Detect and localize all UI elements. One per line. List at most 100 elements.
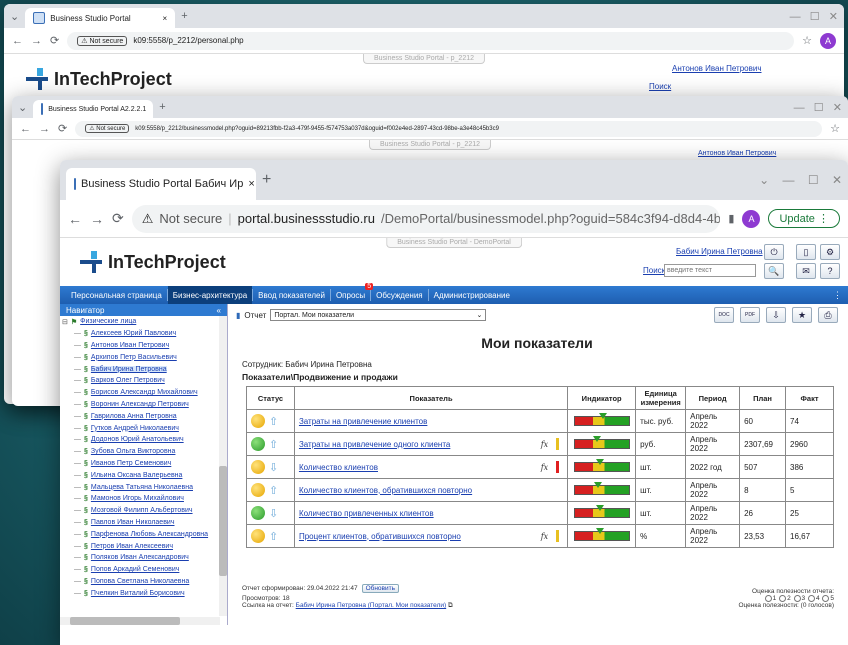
sidebar-hscroll[interactable] xyxy=(60,617,220,625)
sidebar-item-label[interactable]: Петров Иван Алексеевич xyxy=(91,543,173,550)
report-link[interactable]: Бабич Ирина Петровна (Портал. Мои показа… xyxy=(296,602,447,609)
formula-icon[interactable]: fx xyxy=(541,532,548,541)
reload-icon[interactable]: ⟳ xyxy=(58,122,67,135)
close-tab-icon[interactable]: × xyxy=(163,14,168,23)
rating-option[interactable]: 3 xyxy=(793,595,807,602)
sidebar-item-label[interactable]: Попова Светлана Николаевна xyxy=(91,578,189,585)
sidebar-item-person[interactable]: — § Мамонов Игорь Михайлович xyxy=(60,493,227,505)
radio-icon[interactable] xyxy=(822,595,830,602)
sidebar-item-person[interactable]: — § Иванов Петр Семенович xyxy=(60,458,227,470)
settings-button[interactable]: ⚙ xyxy=(820,244,840,260)
sidebar-scrollbar[interactable] xyxy=(219,316,227,616)
search-link[interactable]: Поиск xyxy=(643,266,665,275)
sidebar-item-person[interactable]: — § Мозговой Филипп Альбертович xyxy=(60,505,227,517)
sidebar-item-person[interactable]: — § Архипов Петр Васильевич xyxy=(60,351,227,363)
user-link[interactable]: Бабич Ирина Петровна xyxy=(676,247,763,256)
tab-search-icon[interactable]: ⌄ xyxy=(10,10,19,23)
help-button[interactable]: ? xyxy=(820,263,840,279)
download-button[interactable]: ⇩ xyxy=(766,307,786,323)
radio-icon[interactable] xyxy=(793,595,801,602)
browser-tab[interactable]: Business Studio Portal Бабич Ир × xyxy=(66,168,256,200)
sidebar-item-label[interactable]: Додонов Юрий Анатольевич xyxy=(91,436,184,443)
update-button[interactable]: Update ⋮ xyxy=(768,209,840,228)
indicator-link[interactable]: Количество привлеченных клиентов xyxy=(299,509,434,518)
forward-icon[interactable]: → xyxy=(90,211,104,227)
sidebar-item-person[interactable]: — § Воронин Александр Петрович xyxy=(60,399,227,411)
star-icon[interactable]: ☆ xyxy=(802,34,812,47)
favorite-button[interactable]: ★ xyxy=(792,307,812,323)
print-button[interactable]: ⎙ xyxy=(818,307,838,323)
sidebar-item-person[interactable]: — § Попов Аркадий Семенович xyxy=(60,564,227,576)
sidebar-item-label[interactable]: Архипов Петр Васильевич xyxy=(91,354,177,361)
sidebar-item-label[interactable]: Иванов Петр Семенович xyxy=(91,460,171,467)
radio-icon[interactable] xyxy=(779,595,787,602)
back-icon[interactable]: ← xyxy=(20,123,31,135)
sidebar-item-label[interactable]: Борисов Александр Михайлович xyxy=(91,389,198,396)
window-controls[interactable]: — ☐ ✕ xyxy=(794,101,842,114)
rating-option[interactable]: 1 xyxy=(764,595,778,602)
refresh-button[interactable]: Обновить xyxy=(361,584,399,593)
user-link[interactable]: Антонов Иван Петрович xyxy=(672,64,762,73)
search-input[interactable] xyxy=(664,264,756,277)
power-button[interactable]: ⏻ xyxy=(764,244,784,260)
sidebar-item-person[interactable]: — § Парфенова Любовь Александровна xyxy=(60,528,227,540)
profile-avatar[interactable]: A xyxy=(820,32,836,49)
sidebar-item-label[interactable]: Гутков Андрей Николаевич xyxy=(91,425,179,432)
radio-icon[interactable] xyxy=(764,595,772,602)
sidepanel-icon[interactable]: ▮ xyxy=(728,212,734,225)
nav-business-architecture[interactable]: Бизнес-архитектура xyxy=(167,286,253,304)
sidebar-item-label[interactable]: Попов Аркадий Семенович xyxy=(91,566,179,573)
sidebar-item-label[interactable]: Мамонов Игорь Михайлович xyxy=(91,495,184,502)
new-tab-icon[interactable]: + xyxy=(262,171,271,189)
sidebar-item-person[interactable]: — § Павлов Иван Николаевич xyxy=(60,517,227,529)
sidebar-item-label[interactable]: Воронин Александр Петрович xyxy=(91,401,189,408)
sidebar-item-person[interactable]: — § Мальцева Татьяна Николаевна xyxy=(60,481,227,493)
sidebar-item-person[interactable]: — § Додонов Юрий Анатольевич xyxy=(60,434,227,446)
sidebar-item-person[interactable]: — § Поляков Иван Александрович xyxy=(60,552,227,564)
forward-icon[interactable]: → xyxy=(31,35,42,47)
search-link[interactable]: Поиск xyxy=(649,82,671,91)
window-controls[interactable]: — ☐ ✕ xyxy=(790,10,838,23)
report-select[interactable]: Портал. Мои показатели ⌄ xyxy=(270,309,487,321)
mobile-button[interactable]: ▯ xyxy=(796,244,816,260)
new-tab-icon[interactable]: + xyxy=(181,10,187,22)
sidebar-item-person[interactable]: — § Зубова Ольга Викторовна xyxy=(60,446,227,458)
sidebar-item-person[interactable]: — § Антонов Иван Петрович xyxy=(60,340,227,352)
indicator-link[interactable]: Затраты на привлечение одного клиента xyxy=(299,440,450,449)
sidebar-item-person[interactable]: — § Попова Светлана Николаевна xyxy=(60,576,227,588)
browser-tab[interactable]: Business Studio Portal A2.2.2.1 xyxy=(33,100,154,118)
back-icon[interactable]: ← xyxy=(68,211,82,227)
radio-icon[interactable] xyxy=(807,595,815,602)
search-button[interactable]: 🔍 xyxy=(764,263,784,279)
browser-tab[interactable]: Business Studio Portal × xyxy=(25,8,176,28)
nav-input-indicators[interactable]: Ввод показателей xyxy=(253,286,330,304)
sidebar-item-label[interactable]: Бабич Ирина Петровна xyxy=(90,365,167,373)
sidebar-item-person[interactable]: — § Петров Иван Алексеевич xyxy=(60,540,227,552)
reload-icon[interactable]: ⟳ xyxy=(50,34,59,47)
url-field[interactable]: ⚠ Not secure k09:5558/p_2212/businessmod… xyxy=(75,120,823,137)
sidebar-item-person[interactable]: — § Барков Олег Петрович xyxy=(60,375,227,387)
forward-icon[interactable]: → xyxy=(39,123,50,135)
reload-icon[interactable]: ⟳ xyxy=(112,210,124,227)
nav-discussions[interactable]: Обсуждения xyxy=(371,286,428,304)
not-secure-badge[interactable]: ⚠ Not secure xyxy=(77,35,128,46)
warning-icon[interactable]: ⚠ xyxy=(142,211,154,227)
indicator-link[interactable]: Количество клиентов, обратившихся повтор… xyxy=(299,486,472,495)
sidebar-item-label[interactable]: Парфенова Любовь Александровна xyxy=(91,531,208,538)
sidebar-item-person[interactable]: — § Гутков Андрей Николаевич xyxy=(60,422,227,434)
nav-more-icon[interactable]: ⋮ xyxy=(833,290,848,301)
sidebar-item-label[interactable]: Алексеев Юрий Павлович xyxy=(91,330,176,337)
user-link[interactable]: Антонов Иван Петрович xyxy=(698,150,776,157)
sidebar-item-label[interactable]: Поляков Иван Александрович xyxy=(91,554,189,561)
new-tab-icon[interactable]: + xyxy=(159,101,165,113)
copy-icon[interactable]: ⧉ xyxy=(448,602,453,609)
url-field[interactable]: ⚠ Not secure | portal.businessstudio.ru /… xyxy=(131,204,721,233)
sidebar-item-label[interactable]: Зубова Ольга Викторовна xyxy=(91,448,176,455)
indicator-link[interactable]: Затраты на привлечение клиентов xyxy=(299,417,427,426)
close-tab-icon[interactable]: × xyxy=(248,178,254,190)
sidebar-item-label[interactable]: Мальцева Татьяна Николаевна xyxy=(91,484,193,491)
sidebar-item-person[interactable]: — § Пчелкин Виталий Борисович xyxy=(60,587,227,599)
rating-option[interactable]: 4 xyxy=(807,595,821,602)
sidebar-item-label[interactable]: Гаврилова Анна Петровна xyxy=(91,413,177,420)
mail-button[interactable]: ✉ xyxy=(796,263,816,279)
